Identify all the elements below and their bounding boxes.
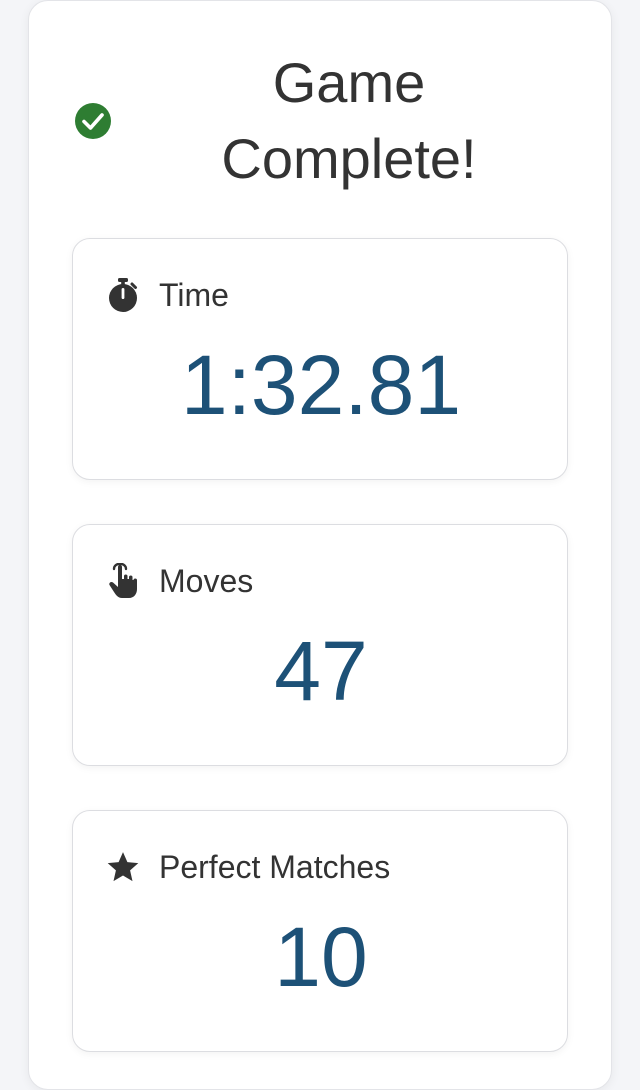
stat-card-perfect-matches: Perfect Matches 10 [72,810,568,1052]
check-circle-icon [75,103,111,139]
stat-value: 1:32.81 [180,338,462,432]
stat-label-row: Time [105,275,229,315]
stat-label: Moves [159,562,254,599]
stat-label: Perfect Matches [159,848,391,885]
stat-value: 47 [274,624,368,718]
star-icon [105,849,141,885]
game-complete-card: Game Complete! Time 1:32.81 Moves 47 Per… [28,0,612,1090]
title-line-1: Game [272,51,426,114]
stat-value: 10 [274,910,368,1004]
tap-hand-icon [105,563,141,599]
stat-label-row: Moves [105,561,253,601]
stopwatch-icon [105,277,141,313]
stat-label-row: Perfect Matches [105,847,390,887]
page-title: Game Complete! [189,45,509,197]
title-line-2: Complete! [221,127,477,190]
dialog-header: Game Complete! [29,41,613,201]
stat-card-time: Time 1:32.81 [72,238,568,480]
stat-card-moves: Moves 47 [72,524,568,766]
stat-label: Time [159,276,229,313]
